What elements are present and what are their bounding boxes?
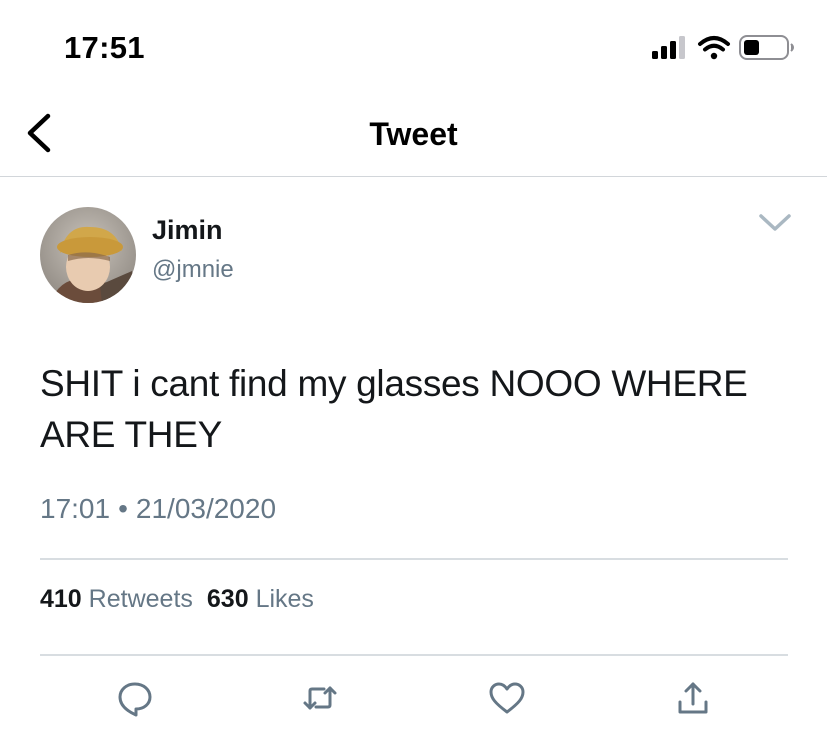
author-display-name[interactable]: Jimin bbox=[152, 215, 223, 246]
navigation-bar: Tweet bbox=[0, 90, 827, 177]
reply-button[interactable] bbox=[115, 678, 155, 718]
chevron-down-icon bbox=[759, 214, 791, 231]
more-options-button[interactable] bbox=[755, 208, 795, 238]
retweet-button[interactable] bbox=[300, 678, 340, 718]
retweets-count: 410 bbox=[40, 585, 82, 613]
avatar[interactable] bbox=[40, 207, 136, 303]
share-icon bbox=[678, 682, 708, 714]
likes-label: Likes bbox=[255, 585, 314, 613]
share-button[interactable] bbox=[673, 678, 713, 718]
tweet-date: 21/03/2020 bbox=[135, 493, 277, 524]
cellular-signal-icon bbox=[652, 36, 685, 59]
page-title: Tweet bbox=[369, 116, 458, 152]
like-button[interactable] bbox=[487, 678, 527, 718]
likes-stat[interactable]: 630 Likes bbox=[207, 585, 314, 613]
like-icon bbox=[489, 682, 525, 714]
status-icons bbox=[650, 32, 800, 66]
divider bbox=[40, 558, 788, 560]
tweet-text: SHIT i cant find my glasses NOOO WHERE A… bbox=[40, 363, 748, 455]
divider bbox=[40, 654, 788, 656]
tweet-detail: Jimin @jmnie SHIT i cant find my glasses… bbox=[0, 178, 827, 739]
status-bar: 17:51 bbox=[0, 0, 827, 90]
author-handle[interactable]: @jmnie bbox=[152, 256, 234, 284]
timestamp-separator: • bbox=[118, 493, 128, 524]
tweet-actions bbox=[0, 678, 827, 728]
likes-count: 630 bbox=[206, 585, 249, 613]
retweets-label: Retweets bbox=[88, 585, 193, 613]
tweet-stats: 410 Retweets 630 Likes bbox=[40, 585, 328, 614]
wifi-icon bbox=[698, 36, 730, 60]
tweet-time: 17:01 bbox=[40, 493, 111, 524]
reply-icon bbox=[118, 682, 152, 717]
battery-icon bbox=[739, 35, 794, 60]
retweet-icon bbox=[303, 686, 337, 710]
status-time: 17:51 bbox=[64, 30, 145, 65]
retweets-stat[interactable]: 410 Retweets bbox=[40, 585, 193, 613]
tweet-timestamp: 17:01 • 21/03/2020 bbox=[40, 493, 276, 525]
